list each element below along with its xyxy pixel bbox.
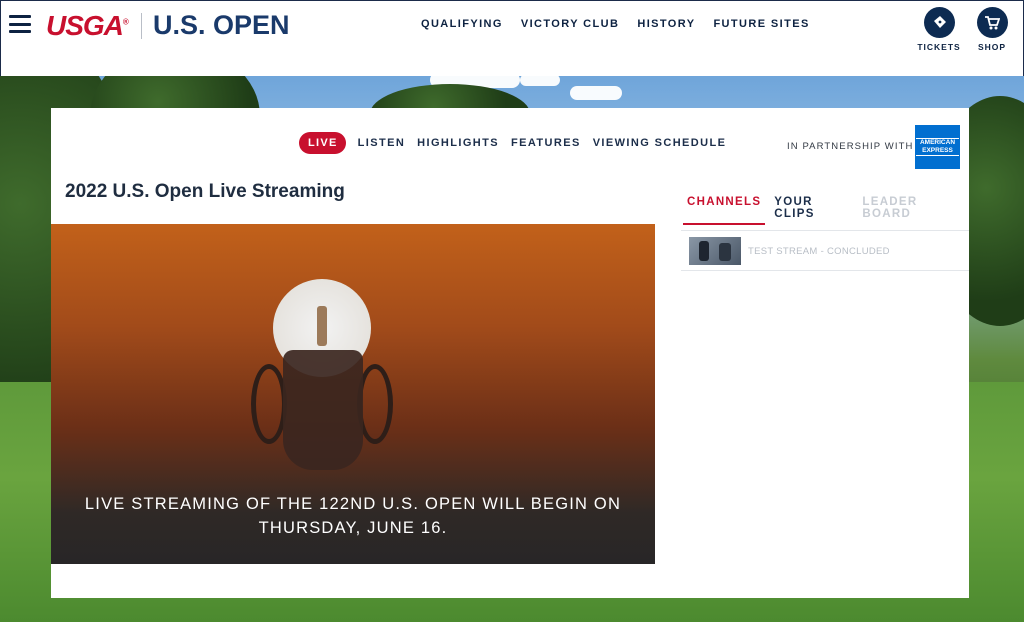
- trophy-silhouette: [283, 350, 363, 470]
- channel-label: TEST STREAM - CONCLUDED: [748, 245, 890, 257]
- tab-live[interactable]: LIVE: [299, 132, 346, 154]
- cloud: [520, 76, 560, 86]
- nav-victory-club[interactable]: VICTORY CLUB: [521, 18, 620, 30]
- tab-channels[interactable]: CHANNELS: [683, 195, 766, 225]
- tab-leader-board[interactable]: LEADER BOARD: [858, 195, 964, 225]
- video-player[interactable]: LIVE STREAMING OF THE 122ND U.S. OPEN WI…: [51, 224, 655, 564]
- channel-thumbnail: [689, 237, 741, 265]
- tickets-label: TICKETS: [917, 42, 961, 52]
- cart-icon: [976, 7, 1008, 38]
- video-caption-line2: THURSDAY, JUNE 16.: [258, 519, 448, 537]
- panel-divider: [681, 270, 969, 271]
- nav-qualifying[interactable]: QUALIFYING: [421, 18, 503, 30]
- tab-highlights[interactable]: HIGHLIGHTS: [417, 137, 499, 149]
- channel-item[interactable]: TEST STREAM - CONCLUDED: [681, 232, 969, 270]
- us-open-logo[interactable]: U.S. OPEN: [153, 10, 290, 41]
- trophy-handle-left: [251, 364, 287, 444]
- shop-label: SHOP: [977, 42, 1007, 52]
- tab-listen[interactable]: LISTEN: [358, 137, 406, 149]
- video-caption-line1: LIVE STREAMING OF THE 122ND U.S. OPEN WI…: [84, 495, 622, 513]
- trophy-figure: [317, 306, 327, 346]
- page-title: 2022 U.S. Open Live Streaming: [65, 181, 345, 202]
- partner-text: IN PARTNERSHIP WITH: [787, 141, 914, 152]
- tickets-button[interactable]: TICKETS: [915, 7, 963, 52]
- live-stream-card: LIVE LISTEN HIGHLIGHTS FEATURES VIEWING …: [51, 108, 969, 598]
- panel-tabs: CHANNELS YOUR CLIPS LEADER BOARD: [683, 195, 969, 225]
- shop-button[interactable]: SHOP: [968, 7, 1016, 52]
- american-express-logo[interactable]: AMERICAN EXPRESS: [915, 125, 960, 169]
- menu-icon[interactable]: [9, 15, 31, 33]
- usga-logo-text: USGA: [46, 10, 124, 41]
- ticket-icon: [923, 7, 955, 38]
- panel-divider: [681, 230, 969, 231]
- sub-nav: LIVE LISTEN HIGHLIGHTS FEATURES VIEWING …: [299, 132, 726, 154]
- tab-features[interactable]: FEATURES: [511, 137, 581, 149]
- nav-future-sites[interactable]: FUTURE SITES: [713, 18, 809, 30]
- tab-viewing-schedule[interactable]: VIEWING SCHEDULE: [593, 137, 727, 149]
- tab-your-clips[interactable]: YOUR CLIPS: [770, 195, 853, 225]
- nav-history[interactable]: HISTORY: [637, 18, 695, 30]
- logo-divider: [141, 13, 142, 39]
- usga-logo[interactable]: USGA®: [46, 10, 129, 42]
- amex-logo-line1: AMERICAN: [919, 139, 956, 146]
- amex-logo-line2: EXPRESS: [922, 147, 953, 154]
- site-header: USGA® U.S. OPEN QUALIFYING VICTORY CLUB …: [0, 0, 1024, 76]
- video-caption: LIVE STREAMING OF THE 122ND U.S. OPEN WI…: [51, 492, 655, 540]
- cloud: [570, 86, 622, 100]
- top-nav: QUALIFYING VICTORY CLUB HISTORY FUTURE S…: [421, 18, 810, 30]
